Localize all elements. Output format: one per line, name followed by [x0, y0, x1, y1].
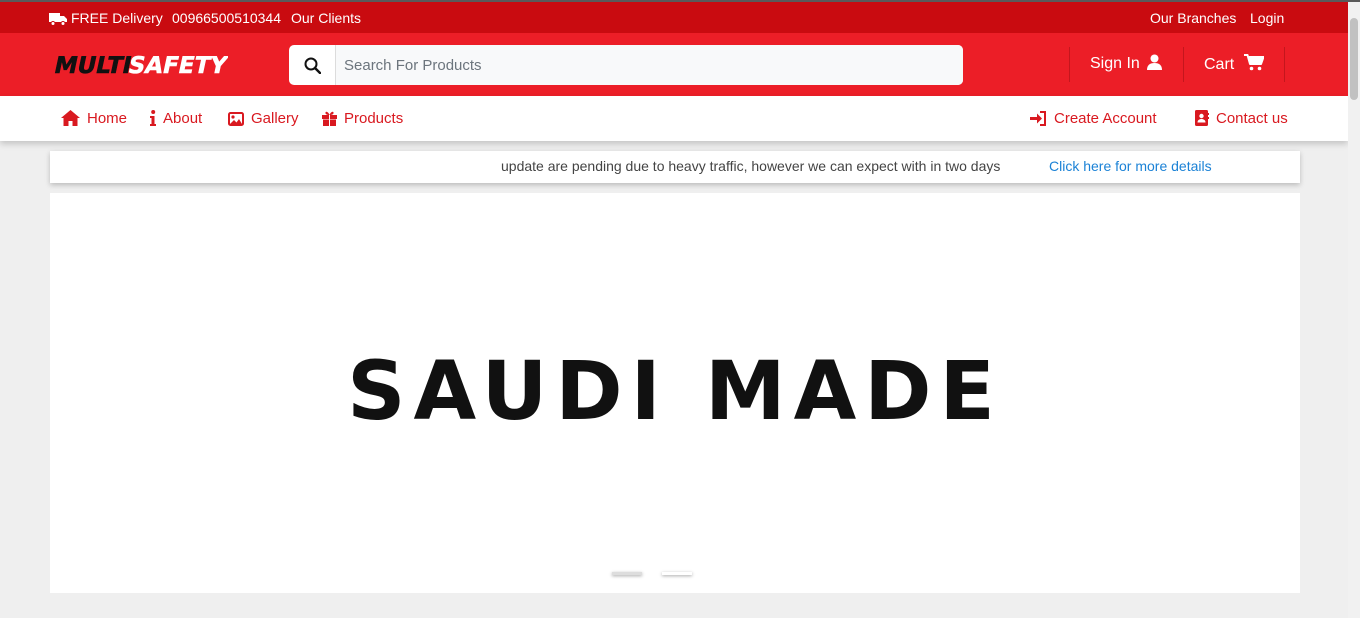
nav-about-label: About [163, 110, 203, 127]
nav-gallery-label: Gallery [251, 110, 299, 127]
search-button[interactable] [289, 45, 336, 85]
page-scrollbar[interactable] [1348, 2, 1360, 618]
hero-carousel[interactable]: SAUDI MADE [50, 193, 1300, 593]
home-icon [61, 110, 80, 126]
phone-number[interactable]: 00966500510344 [172, 10, 281, 26]
address-book-icon [1195, 110, 1209, 126]
logo-multi: MULTI [52, 52, 134, 78]
more-details-link[interactable]: Click here for more details [1049, 158, 1212, 174]
login-link[interactable]: Login [1250, 10, 1284, 26]
info-icon [150, 110, 156, 126]
header: MULTI SAFETY Sign In Cart [0, 33, 1348, 96]
sign-in-link[interactable]: Sign In [1090, 54, 1162, 74]
nav-about[interactable]: About [150, 110, 202, 128]
header-divider [1284, 47, 1285, 82]
nav-products-label: Products [344, 110, 404, 127]
multi-safety-logo[interactable]: MULTI SAFETY [52, 50, 228, 78]
our-clients-link[interactable]: Our Clients [291, 10, 361, 26]
nav-create-account[interactable]: Create Account [1030, 110, 1157, 128]
our-branches-link[interactable]: Our Branches [1150, 10, 1236, 26]
header-divider [1183, 47, 1184, 82]
nav-contact[interactable]: Contact us [1194, 110, 1288, 128]
scrollbar-thumb[interactable] [1350, 18, 1358, 100]
top-bar: FREE Delivery 00966500510344 Our Clients… [0, 2, 1348, 33]
announcement-text: update are pending due to heavy traffic,… [501, 158, 1001, 174]
nav-contact-label: Contact us [1216, 110, 1288, 127]
search-bar [289, 45, 963, 85]
search-input[interactable] [336, 45, 963, 85]
nav-gallery[interactable]: Gallery [228, 110, 299, 128]
nav-home-label: Home [87, 110, 128, 127]
cart-link[interactable]: Cart [1204, 54, 1265, 75]
nav-products[interactable]: Products [322, 110, 403, 128]
truck-icon [49, 13, 67, 26]
carousel-indicator-2[interactable] [662, 572, 692, 575]
logo-safety: SAFETY [126, 52, 228, 78]
slide-text: SAUDI MADE [347, 345, 1003, 439]
cart-label: Cart [1204, 56, 1235, 73]
free-delivery[interactable]: FREE Delivery [49, 10, 163, 26]
search-icon [304, 57, 321, 74]
nav-create-account-label: Create Account [1054, 110, 1157, 127]
header-divider [1069, 47, 1070, 82]
cart-icon [1244, 54, 1265, 71]
sign-in-arrow-icon [1030, 111, 1046, 126]
sign-in-label: Sign In [1090, 55, 1140, 72]
gift-icon [322, 111, 337, 126]
announcement-bar: update are pending due to heavy traffic,… [50, 151, 1300, 183]
main-nav: Home About Gallery Products Create Accou… [0, 96, 1348, 141]
free-delivery-label: FREE Delivery [71, 10, 163, 26]
image-icon [228, 112, 244, 126]
nav-home[interactable]: Home [61, 110, 127, 128]
carousel-indicator-1[interactable] [612, 572, 642, 575]
user-icon [1146, 54, 1162, 70]
